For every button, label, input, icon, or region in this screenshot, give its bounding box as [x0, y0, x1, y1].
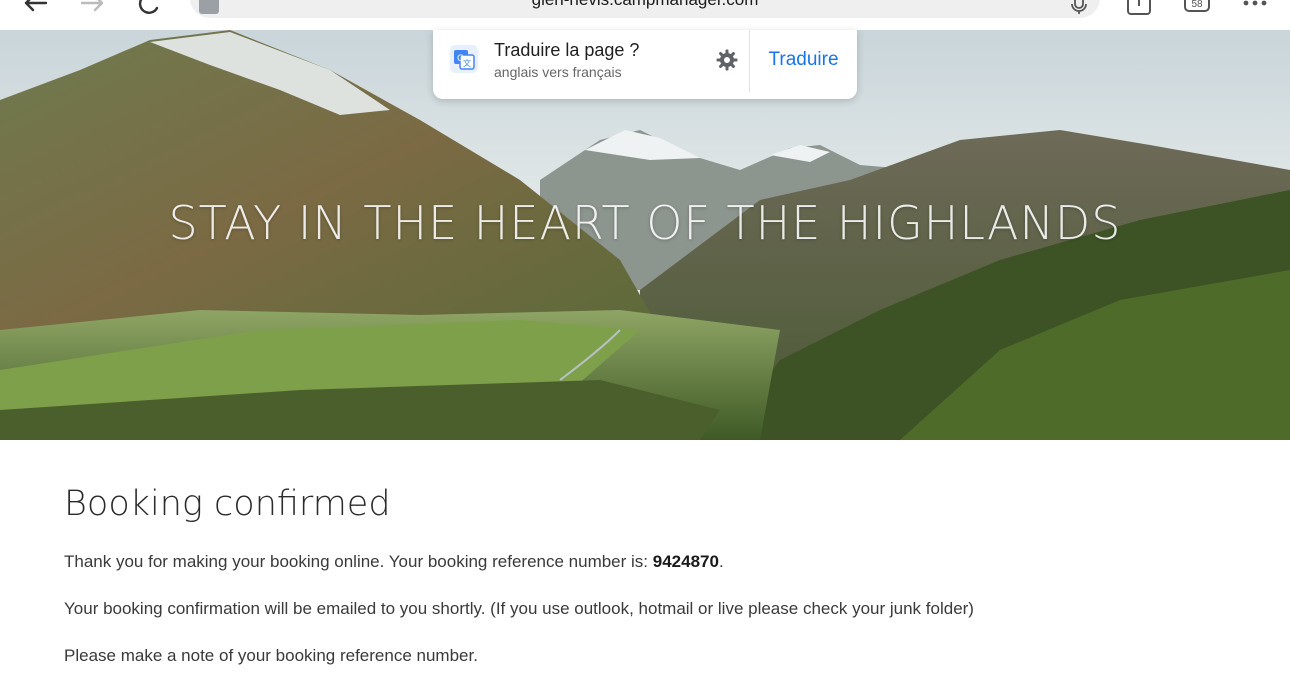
address-bar[interactable]: glen-nevis.campmanager.com [190, 0, 1100, 18]
more-menu-icon[interactable] [1240, 0, 1270, 18]
hero-headline: STAY IN THE HEART OF THE HIGHLANDS [168, 196, 1122, 250]
reference-intro-text: Thank you for making your booking online… [64, 552, 653, 571]
url-text[interactable]: glen-nevis.campmanager.com [190, 0, 1100, 10]
reference-note-text: Please make a note of your booking refer… [64, 646, 478, 665]
share-icon[interactable] [1124, 0, 1154, 18]
translate-language-pair: anglais vers français [494, 64, 622, 80]
google-translate-icon: G 文 [450, 45, 478, 73]
reload-icon[interactable] [134, 0, 164, 18]
translate-title: Traduire la page ? [494, 40, 640, 60]
microphone-icon[interactable] [1068, 0, 1090, 16]
svg-text:文: 文 [463, 58, 471, 68]
gear-icon[interactable] [715, 48, 739, 72]
translate-popup: G 文 Traduire la page ? anglais vers fran… [433, 30, 857, 99]
email-notice-text: Your booking confirmation will be emaile… [64, 599, 974, 618]
booking-reference-number: 9424870 [652, 552, 719, 571]
page-title: Booking confirmed [64, 484, 391, 524]
translate-button[interactable]: Traduire [750, 30, 857, 90]
booking-reference-text: Thank you for making your booking online… [64, 552, 724, 572]
forward-arrow-icon[interactable] [78, 0, 108, 18]
reference-period: . [718, 552, 724, 571]
back-arrow-icon[interactable] [20, 0, 50, 18]
browser-toolbar: glen-nevis.campmanager.com 58 [0, 0, 1290, 31]
tab-switcher-button[interactable]: 58 [1184, 0, 1210, 12]
